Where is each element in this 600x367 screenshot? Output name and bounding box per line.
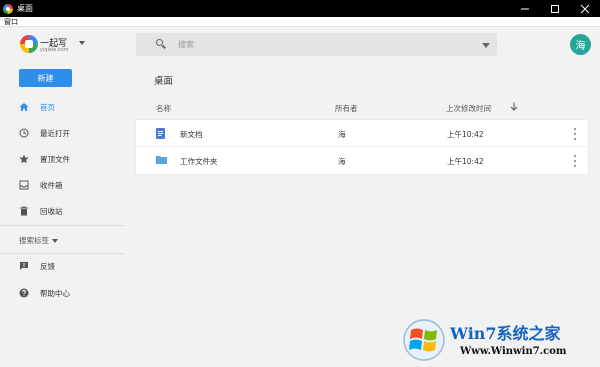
chevron-down-icon (52, 239, 58, 243)
menu-bar: 窗口 (0, 17, 600, 27)
watermark-url: Www.Winwin7.com (460, 346, 567, 357)
sidebar-item-label: 帮助中心 (40, 288, 70, 298)
sidebar-divider (0, 225, 124, 226)
feedback-icon (19, 261, 29, 271)
search-bar[interactable] (136, 33, 497, 56)
sidebar-item-label: 最近打开 (40, 128, 70, 138)
search-input[interactable] (178, 37, 458, 52)
sidebar-item-label: 置顶文件 (40, 154, 70, 164)
minimize-button[interactable] (510, 0, 540, 17)
sidebar-item-inbox[interactable]: 收件箱 (0, 172, 124, 198)
folder-icon (156, 156, 167, 164)
brand-dropdown-icon[interactable] (79, 41, 85, 45)
search-tags-toggle[interactable]: 搜索标签 (19, 235, 58, 246)
file-owner: 海 (338, 157, 346, 166)
maximize-button[interactable] (540, 0, 570, 17)
sidebar-item-home[interactable]: 首页 (0, 94, 124, 120)
avatar[interactable]: 海 (570, 34, 591, 55)
window-controls (510, 0, 600, 17)
sidebar-item-starred[interactable]: 置顶文件 (0, 146, 124, 172)
brand-logo-icon[interactable] (20, 35, 38, 53)
sidebar-item-label: 收件箱 (40, 180, 63, 190)
column-headers: 名称 所有者 上次修改时间 (136, 96, 588, 118)
search-icon (156, 39, 163, 46)
menu-window[interactable]: 窗口 (4, 17, 18, 27)
close-icon (580, 4, 590, 13)
sidebar-item-label: 反馈 (40, 261, 55, 271)
sidebar-item-feedback[interactable]: 反馈 (0, 253, 124, 279)
windows-logo-icon (403, 319, 445, 361)
file-name: 新文档 (180, 130, 203, 139)
star-icon (19, 154, 29, 164)
column-header-name[interactable]: 名称 (156, 103, 171, 114)
column-header-owner[interactable]: 所有者 (335, 103, 358, 114)
sidebar-item-label: 回收站 (40, 206, 63, 216)
close-button[interactable] (570, 0, 600, 17)
app-header: 一起写 yiqixie.com 海 (0, 27, 600, 62)
clock-icon (19, 128, 29, 138)
more-options-icon[interactable] (573, 128, 577, 140)
inbox-icon (19, 180, 29, 190)
file-modified-time: 上午10:42 (447, 157, 484, 166)
file-owner: 海 (338, 130, 346, 139)
search-tags-label: 搜索标签 (19, 236, 49, 245)
watermark: Win7系统之家 Www.Winwin7.com (402, 318, 598, 366)
app-icon (3, 3, 13, 14)
table-row[interactable]: 新文档 海 上午10:42 (136, 120, 588, 147)
search-options-icon[interactable] (482, 43, 490, 48)
new-button[interactable]: 新建 (19, 69, 72, 87)
sidebar-item-label: 首页 (40, 102, 55, 112)
breadcrumb[interactable]: 桌面 (154, 73, 173, 87)
minimize-icon (521, 8, 529, 9)
trash-icon (19, 206, 29, 216)
help-icon (19, 288, 29, 298)
window-title: 桌面 (17, 4, 33, 13)
table-row[interactable]: 工作文件夹 海 上午10:42 (136, 147, 588, 174)
file-name: 工作文件夹 (180, 157, 218, 166)
sidebar-item-trash[interactable]: 回收站 (0, 198, 124, 224)
maximize-icon (551, 4, 559, 13)
document-icon (156, 128, 165, 139)
sidebar-item-help[interactable]: 帮助中心 (0, 280, 124, 306)
column-header-modified[interactable]: 上次修改时间 (446, 103, 491, 114)
file-list: 新文档 海 上午10:42 工作文件夹 海 上午10:42 (136, 120, 588, 174)
title-bar: 桌面 (0, 0, 600, 17)
sidebar-item-recent[interactable]: 最近打开 (0, 120, 124, 146)
file-modified-time: 上午10:42 (447, 130, 484, 139)
watermark-brand: Win7系统之家 (450, 324, 561, 343)
more-options-icon[interactable] (573, 155, 577, 167)
sort-arrow-down-icon[interactable] (510, 102, 518, 111)
brand-url: yiqixie.com (40, 47, 69, 53)
home-icon (19, 102, 29, 112)
